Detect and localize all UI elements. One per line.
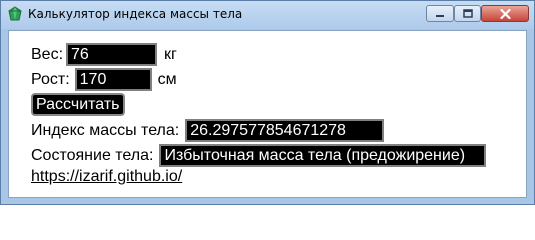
bmi-row: Индекс массы тела: 26.297577854671278 <box>31 119 385 142</box>
weight-row: Вес: 76 кг <box>31 43 177 66</box>
state-output: Избыточная масса тела (предожирение) <box>159 144 487 167</box>
minimize-icon <box>436 14 444 17</box>
maximize-button[interactable] <box>454 5 481 22</box>
weight-input[interactable]: 76 <box>66 43 158 66</box>
weight-label: Вес: <box>31 45 64 63</box>
minimize-button[interactable] <box>426 5 454 22</box>
weight-unit: кг <box>164 45 177 63</box>
bmi-label: Индекс массы тела: <box>31 121 180 139</box>
link-row: https://izarif.github.io/ <box>31 168 182 186</box>
maximize-icon <box>462 9 473 18</box>
height-label: Рост: <box>31 70 70 88</box>
green-gem-icon <box>8 6 22 21</box>
close-icon <box>499 8 511 19</box>
height-input[interactable]: 170 <box>74 68 152 91</box>
website-link[interactable]: https://izarif.github.io/ <box>31 168 182 186</box>
state-row: Состояние тела: Избыточная масса тела (п… <box>31 144 487 167</box>
client-area: Вес: 76 кг Рост: 170 см Рассчитать Индек… <box>8 30 527 198</box>
state-label: Состояние тела: <box>31 146 154 164</box>
calculate-button[interactable]: Рассчитать <box>31 93 125 116</box>
close-button[interactable] <box>481 5 529 22</box>
calculate-row: Рассчитать <box>31 93 125 116</box>
title-bar[interactable]: Калькулятор индекса массы тела <box>1 1 534 29</box>
app-window: Калькулятор индекса массы тела Вес: 76 к… <box>0 0 535 205</box>
height-unit: см <box>157 70 177 88</box>
window-title: Калькулятор индекса массы тела <box>28 7 243 21</box>
bmi-output: 26.297577854671278 <box>185 119 385 142</box>
height-row: Рост: 170 см <box>31 68 177 91</box>
